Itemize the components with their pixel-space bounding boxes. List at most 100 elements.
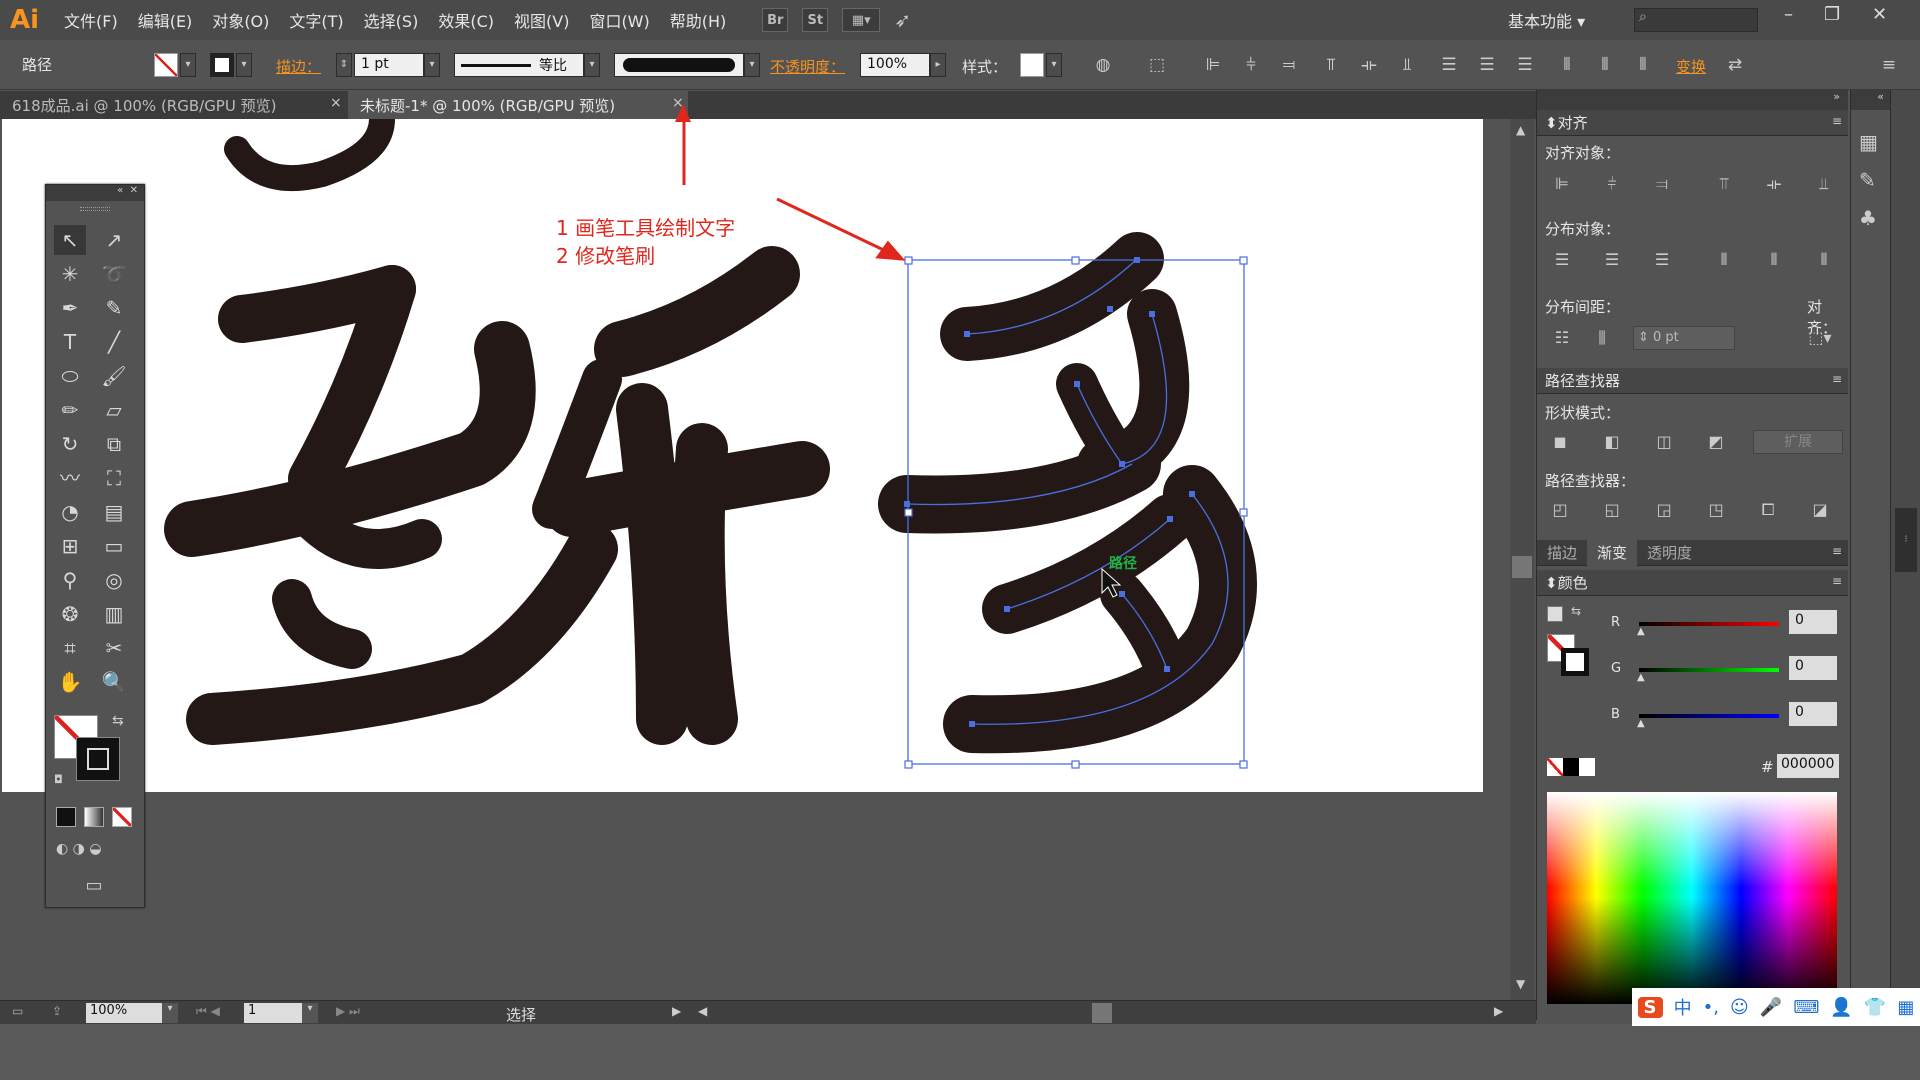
spacing-value-field[interactable]: ⇕ 0 pt xyxy=(1633,326,1735,350)
screen-mode-icon[interactable]: ▭ xyxy=(78,875,110,897)
isolate-icon[interactable]: ⇄ xyxy=(1722,52,1748,78)
search-input[interactable]: ⌕ xyxy=(1634,8,1758,32)
distribute-vcenter-icon[interactable]: ☰ xyxy=(1599,248,1625,272)
spacing-vertical-icon[interactable]: ☷ xyxy=(1549,326,1575,350)
distribute-bottom-icon[interactable]: ☰ xyxy=(1649,248,1675,272)
color-mode-icon[interactable] xyxy=(56,807,76,827)
align-panel-header[interactable]: ⬍ 对齐 ≡ xyxy=(1537,110,1848,136)
profile-dropdown[interactable]: ▾ xyxy=(584,53,600,77)
stroke-stepper[interactable]: ⇕ xyxy=(336,53,352,77)
distribute-vcenter-icon[interactable]: ☰ xyxy=(1474,52,1500,78)
minimize-icon[interactable]: – xyxy=(1784,4,1793,25)
swap-icon[interactable]: ⇆ xyxy=(1571,604,1581,618)
align-bottom-icon[interactable]: ⫫ xyxy=(1811,172,1837,196)
glyph3-stroke-7[interactable] xyxy=(1100,572,1189,691)
paintbrush-tool-icon[interactable]: 🖌 xyxy=(98,361,130,391)
glyph2-stroke-vert2[interactable] xyxy=(672,423,738,745)
artboard[interactable] xyxy=(2,119,1483,792)
tab-stroke[interactable]: 描边 xyxy=(1537,542,1587,563)
b-slider[interactable] xyxy=(1639,714,1779,718)
align-to-selection-icon[interactable]: ⬚▾ xyxy=(1807,326,1833,350)
artboard-dropdown[interactable]: ▾ xyxy=(302,1003,318,1023)
direct-selection-tool-icon[interactable]: ↗ xyxy=(98,225,130,255)
zoom-dropdown[interactable]: ▾ xyxy=(162,1003,178,1023)
symbol-sprayer-tool-icon[interactable]: ❂ xyxy=(54,599,86,629)
menu-window[interactable]: 窗口(W) xyxy=(589,8,649,32)
artboard-nav-icon[interactable]: ▭ xyxy=(12,1004,23,1018)
align-right-icon[interactable]: ⫤ xyxy=(1649,172,1675,196)
distribute-left-icon[interactable]: ⫴ xyxy=(1711,248,1737,272)
hscroll-left-icon[interactable]: ◀ xyxy=(698,1004,707,1018)
expand-button[interactable]: 扩展 xyxy=(1753,430,1843,454)
align-left-icon[interactable]: ⊫ xyxy=(1200,52,1226,78)
stroke-label[interactable]: 描边： xyxy=(276,56,321,77)
eyedropper-tool-icon[interactable]: ⚲ xyxy=(54,565,86,595)
ime-language-toggle[interactable]: 中 xyxy=(1674,994,1692,1020)
recolor-icon[interactable]: ◍ xyxy=(1090,52,1116,78)
distribute-right-icon[interactable]: ⫴ xyxy=(1811,248,1837,272)
punctuation-icon[interactable]: •, xyxy=(1703,997,1719,1018)
panel-menu-icon[interactable]: ≡ xyxy=(1832,114,1842,128)
g-slider-handle[interactable]: ▲ xyxy=(1637,672,1645,683)
r-value-field[interactable]: 0 xyxy=(1789,610,1837,634)
scale-tool-icon[interactable]: ⧉ xyxy=(98,429,130,459)
divide-icon[interactable]: ◰ xyxy=(1547,498,1573,522)
free-transform-tool-icon[interactable]: ⛶ xyxy=(98,463,130,493)
distribute-hcenter-icon[interactable]: ⫴ xyxy=(1592,52,1618,78)
style-dropdown[interactable]: ▾ xyxy=(1046,53,1062,77)
menu-select[interactable]: 选择(S) xyxy=(364,8,419,32)
line-tool-icon[interactable]: ╱ xyxy=(98,327,130,357)
gradient-tool-icon[interactable]: ▭ xyxy=(98,531,130,561)
stroke-weight-dropdown[interactable]: ▾ xyxy=(424,53,440,77)
glyph3-stroke-1[interactable] xyxy=(940,232,1164,361)
align-top-icon[interactable]: ⫪ xyxy=(1711,172,1737,196)
warp-tool-icon[interactable]: 〰 xyxy=(54,463,86,493)
panel-menu-icon[interactable]: ≡ xyxy=(1832,372,1842,386)
toolbox-icon[interactable]: ▦ xyxy=(1897,997,1914,1018)
restore-icon[interactable]: ❐ xyxy=(1824,4,1840,25)
draw-modes-icon[interactable]: ◐ ◑ ◒ xyxy=(56,841,136,863)
intersect-icon[interactable]: ◫ xyxy=(1651,430,1677,454)
status-menu-icon[interactable]: ▶ xyxy=(672,1004,681,1018)
graphic-style-swatch[interactable] xyxy=(1020,53,1044,77)
b-slider-handle[interactable]: ▲ xyxy=(1637,718,1645,729)
mesh-tool-icon[interactable]: ⊞ xyxy=(54,531,86,561)
tab-gradient[interactable]: 渐变 xyxy=(1587,539,1638,566)
menu-view[interactable]: 视图(V) xyxy=(514,8,569,32)
bbox-handle[interactable] xyxy=(904,760,913,769)
zoom-tool-icon[interactable]: 🔍 xyxy=(98,667,130,697)
first-artboard-icon[interactable]: ⏮ ◀ xyxy=(196,1004,220,1019)
r-slider-handle[interactable]: ▲ xyxy=(1637,626,1645,637)
tools-panel-header[interactable]: « ✕ xyxy=(46,185,144,201)
perspective-grid-tool-icon[interactable]: ▤ xyxy=(98,497,130,527)
opacity-field[interactable]: 100% xyxy=(860,53,930,77)
r-slider[interactable] xyxy=(1639,622,1779,626)
pen-tool-icon[interactable]: ✒ xyxy=(54,293,86,323)
distribute-left-icon[interactable]: ⫴ xyxy=(1554,52,1580,78)
stroke-swatch[interactable] xyxy=(210,53,234,77)
share-icon[interactable]: ⇪ xyxy=(52,1004,62,1018)
brush-dropdown[interactable]: ▾ xyxy=(744,53,760,77)
menu-file[interactable]: 文件(F) xyxy=(64,8,118,32)
align-hcenter-icon[interactable]: ⫩ xyxy=(1599,172,1625,196)
panel-menu-icon[interactable]: ≡ xyxy=(1832,544,1842,558)
symbols-icon[interactable]: ♣ xyxy=(1859,206,1877,230)
selection-tool-icon[interactable]: ↖ xyxy=(54,225,86,255)
align-top-icon[interactable]: ⫪ xyxy=(1318,52,1344,78)
white-swatch[interactable] xyxy=(1579,758,1595,776)
glyph2-stroke-top[interactable] xyxy=(594,246,800,377)
variable-width-profile[interactable]: 等比 xyxy=(454,53,584,77)
side-handle[interactable]: ⁝ xyxy=(1895,508,1917,572)
bbox-handle[interactable] xyxy=(1071,760,1080,769)
menu-object[interactable]: 对象(O) xyxy=(212,8,269,32)
vertical-scrollbar[interactable]: ▲ ▼ xyxy=(1510,119,1534,1000)
bbox-handle[interactable] xyxy=(1071,256,1080,265)
b-value-field[interactable]: 0 xyxy=(1789,702,1837,726)
workspace-switcher[interactable]: 基本功能 ▾ xyxy=(1508,8,1585,32)
hex-value-field[interactable]: 000000 xyxy=(1777,754,1839,778)
eraser-tool-icon[interactable]: ▱ xyxy=(98,395,130,425)
close-icon[interactable]: × xyxy=(330,95,342,111)
user-icon[interactable]: 👤 xyxy=(1830,997,1852,1018)
minus-back-icon[interactable]: ◪ xyxy=(1807,498,1833,522)
swatches-icon[interactable]: ▦ xyxy=(1859,130,1878,154)
